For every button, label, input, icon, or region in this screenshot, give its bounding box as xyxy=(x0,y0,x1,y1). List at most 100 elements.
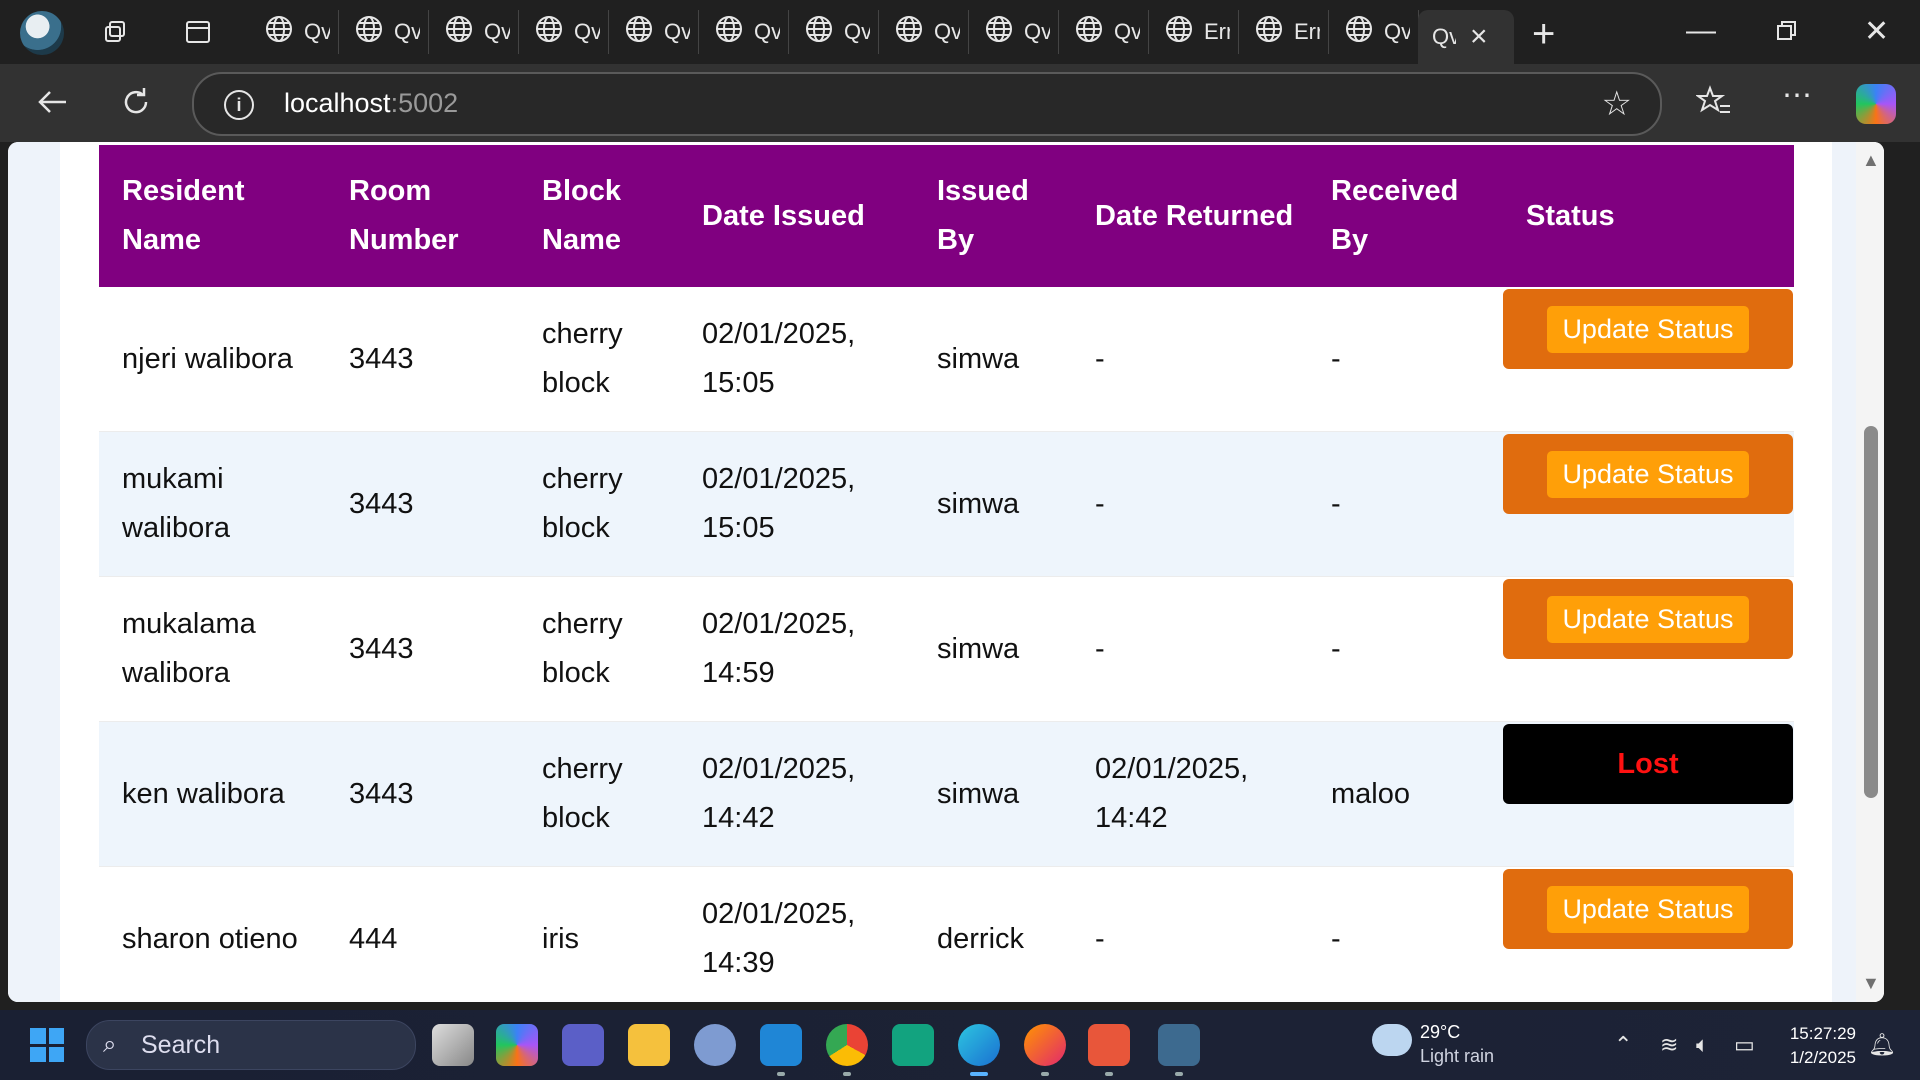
header-room-number: Room Number xyxy=(326,145,519,287)
cell-status: Update Status xyxy=(1503,866,1794,1002)
volume-icon[interactable]: 🔈︎ xyxy=(1696,1032,1709,1058)
favorite-star-icon[interactable]: ☆ xyxy=(1602,84,1632,124)
workspaces-icon[interactable] xyxy=(102,18,130,46)
windows-start-icon[interactable] xyxy=(30,1028,64,1062)
scroll-down-icon[interactable]: ▼ xyxy=(1862,973,1880,994)
new-tab-button[interactable]: + xyxy=(1532,12,1555,57)
update-status-button[interactable]: Update Status xyxy=(1547,450,1749,498)
cell-room-number: 3443 xyxy=(326,431,519,577)
notifications-bell-icon[interactable]: 🔔︎ xyxy=(1868,1032,1896,1058)
scroll-up-icon[interactable]: ▲ xyxy=(1862,150,1880,171)
chatgpt-icon[interactable] xyxy=(892,1024,934,1066)
restore-button[interactable] xyxy=(1776,20,1798,42)
tab-title: Qv xyxy=(1384,19,1410,44)
cell-resident-name: mukami walibora xyxy=(99,431,326,577)
tab-title: Err xyxy=(1204,19,1230,44)
tab-active[interactable]: Qv × xyxy=(1418,10,1514,64)
table-row: mukami walibora 3443 cherry block 02/01/202… xyxy=(99,431,1794,577)
header-block-name: Block Name xyxy=(519,145,679,287)
clock-time: 15:27:29 xyxy=(1789,1024,1856,1043)
header-status: Status xyxy=(1503,145,1794,287)
tab-title: Qv xyxy=(304,19,330,44)
firefox-icon[interactable] xyxy=(1024,1024,1066,1066)
address-bar[interactable]: i localhost:5002 ☆ xyxy=(192,72,1662,136)
system-clock[interactable]: 15:27:29 1/2/2025 xyxy=(1780,1022,1856,1070)
cell-block-name: cherry block xyxy=(519,431,679,577)
cell-date-returned: - xyxy=(1072,287,1308,432)
profile-avatar[interactable] xyxy=(20,11,64,55)
tab-title: Qv xyxy=(934,19,960,44)
back-icon[interactable] xyxy=(34,84,70,120)
close-window-button[interactable]: ✕ xyxy=(1864,14,1889,49)
site-info-icon[interactable]: i xyxy=(224,90,254,120)
scrollbar-thumb[interactable] xyxy=(1864,426,1878,798)
close-tab-icon[interactable]: × xyxy=(1470,20,1488,54)
r-app-icon[interactable] xyxy=(694,1024,736,1066)
cell-room-number: 3443 xyxy=(326,287,519,432)
browser-toolbar: i localhost:5002 ☆ ⋯ xyxy=(0,64,1920,142)
tab-title: Qv xyxy=(484,19,510,44)
cell-room-number: 3443 xyxy=(326,721,519,867)
search-label: Search xyxy=(141,1031,221,1059)
browser-tab[interactable]: Qv xyxy=(520,10,609,54)
minimize-button[interactable]: — xyxy=(1686,14,1716,48)
browser-tab[interactable]: Qv xyxy=(610,10,699,54)
taskbar: ⌕ Search 29°C Light rain ⌃ ≋ 🔈︎ ▭ 15:27:… xyxy=(0,1010,1920,1080)
wifi-icon[interactable]: ≋ xyxy=(1660,1032,1678,1058)
records-table: Resident Name Room Number Block Name Dat… xyxy=(99,145,1794,1002)
copilot-app-icon[interactable] xyxy=(496,1024,538,1066)
tab-title: Err xyxy=(1294,19,1320,44)
browser-tab[interactable]: Qv xyxy=(430,10,519,54)
update-status-button[interactable]: Update Status xyxy=(1547,885,1749,933)
header-resident-name: Resident Name xyxy=(99,145,326,287)
chrome-icon[interactable] xyxy=(826,1024,868,1066)
battery-icon[interactable]: ▭ xyxy=(1734,1032,1755,1058)
tab-title: Qv xyxy=(754,19,780,44)
browser-tab[interactable]: Qv xyxy=(700,10,789,54)
browser-tab[interactable]: Qv xyxy=(790,10,879,54)
table-header-row: Resident Name Room Number Block Name Dat… xyxy=(99,145,1794,287)
app-indicator xyxy=(1175,1072,1183,1076)
vscode-icon[interactable] xyxy=(760,1024,802,1066)
browser-tab[interactable]: Qv xyxy=(1060,10,1149,54)
mysql-workbench-icon[interactable] xyxy=(1158,1024,1200,1066)
tab-title: Qv xyxy=(394,19,420,44)
copilot-icon[interactable] xyxy=(1856,84,1896,124)
page-scrollbar[interactable]: ▲ ▼ xyxy=(1856,142,1884,1002)
teams-icon[interactable] xyxy=(562,1024,604,1066)
browser-tab[interactable]: Qv xyxy=(250,10,339,54)
task-view-icon[interactable] xyxy=(432,1024,474,1066)
file-explorer-icon[interactable] xyxy=(628,1024,670,1066)
update-status-button[interactable]: Update Status xyxy=(1547,305,1749,353)
browser-tab[interactable]: Qv xyxy=(340,10,429,54)
vertical-tabs-icon[interactable] xyxy=(184,18,212,46)
chevron-up-icon[interactable]: ⌃ xyxy=(1614,1032,1632,1058)
table-row: ken walibora 3443 cherry block 02/01/2025, … xyxy=(99,721,1794,867)
app-indicator xyxy=(1041,1072,1049,1076)
favorites-icon[interactable] xyxy=(1696,84,1732,120)
globe-icon xyxy=(340,14,394,50)
cell-status: Lost xyxy=(1503,721,1794,867)
more-options-icon[interactable]: ⋯ xyxy=(1782,78,1818,114)
browser-tab[interactable]: Err xyxy=(1150,10,1239,54)
browser-tab[interactable]: Qv xyxy=(1330,10,1419,54)
cell-date-issued: 02/01/2025, 15:05 xyxy=(679,287,914,432)
weather-cloud-icon[interactable] xyxy=(1372,1024,1412,1056)
update-status-button[interactable]: Update Status xyxy=(1547,595,1749,643)
refresh-icon[interactable] xyxy=(118,84,154,120)
table-body: njeri walibora 3443 cherry block 02/01/2025… xyxy=(99,287,1794,1002)
postman-icon[interactable] xyxy=(1088,1024,1130,1066)
taskbar-search[interactable]: ⌕ Search xyxy=(86,1020,416,1070)
tab-title: Qv xyxy=(1432,24,1456,49)
cell-issued-by: simwa xyxy=(914,431,1072,577)
cell-date-returned: - xyxy=(1072,431,1308,577)
cell-block-name: cherry block xyxy=(519,721,679,867)
edge-icon[interactable] xyxy=(958,1024,1000,1066)
cell-received-by: maloo xyxy=(1308,721,1503,867)
header-issued-by: Issued By xyxy=(914,145,1072,287)
browser-tab[interactable]: Qv xyxy=(880,10,969,54)
browser-tab[interactable]: Qv xyxy=(970,10,1059,54)
browser-tab[interactable]: Err xyxy=(1240,10,1329,54)
search-icon: ⌕ xyxy=(103,1031,117,1058)
url-text[interactable]: localhost:5002 xyxy=(284,88,458,119)
